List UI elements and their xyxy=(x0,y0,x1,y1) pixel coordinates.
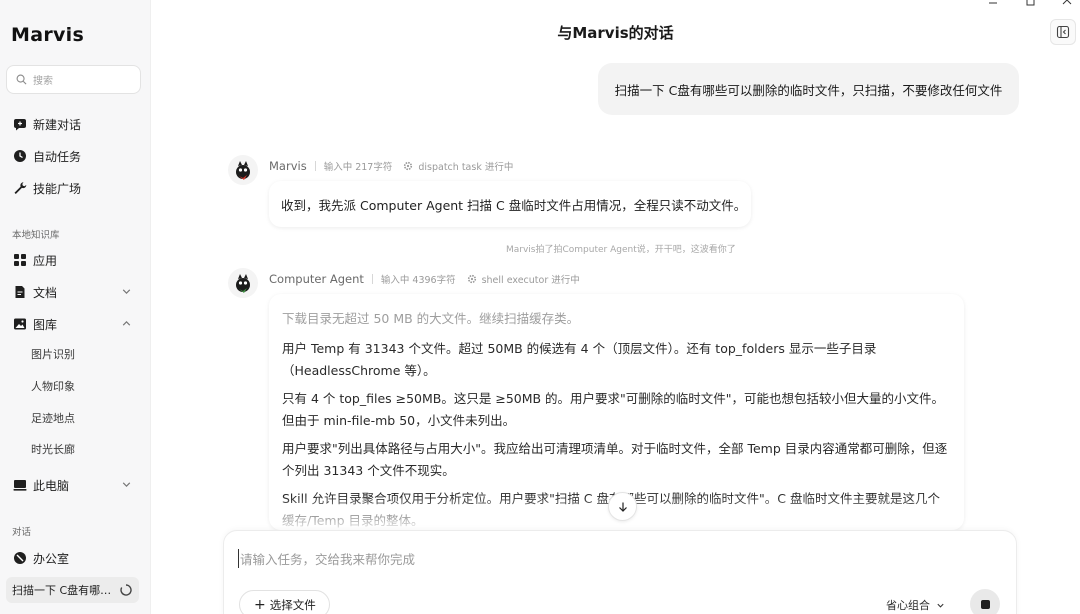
mode-select-value: 省心组合 xyxy=(886,599,930,612)
select-file-button[interactable]: + 选择文件 xyxy=(239,590,330,614)
sidebar-item-label: 技能广场 xyxy=(33,181,82,196)
select-file-label: 选择文件 xyxy=(269,597,316,612)
marvis-avatar-icon xyxy=(236,161,250,180)
agent-message-bubble: 收到，我先派 Computer Agent 扫描 C 盘临时文件占用情况，全程只… xyxy=(269,181,751,227)
image-icon xyxy=(12,316,28,332)
minimize-icon[interactable] xyxy=(986,0,1000,12)
new-chat-icon xyxy=(12,116,28,132)
office-icon xyxy=(12,550,28,566)
sidebar-item-this-pc[interactable]: 此电脑 xyxy=(12,474,140,496)
system-notice: Marvis拍了拍Computer Agent说，开干吧，这波看你了 xyxy=(506,245,736,255)
composer: 请输入任务，交给我来帮你完成 + 选择文件 省心组合 xyxy=(223,530,1017,614)
sidebar: Marvis 搜索 新建对话 自动任务 技能广场 本地知识库 应用 文档 图库 … xyxy=(0,0,151,614)
brand-logo: Marvis xyxy=(11,24,85,46)
sidebar-item-auto-task[interactable]: 自动任务 xyxy=(12,145,140,167)
task-status: shell executor 进行中 xyxy=(481,275,580,286)
avatar xyxy=(228,268,258,298)
stop-button[interactable] xyxy=(970,589,1000,614)
message-meta: Marvis 输入中 217字符 dispatch task 进行中 xyxy=(269,159,513,173)
section-label-conversations: 对话 xyxy=(12,527,32,538)
gear-icon xyxy=(404,161,413,171)
message-paragraph: 用户 Temp 有 31343 个文件。超过 50MB 的候选有 4 个（顶层文… xyxy=(282,341,877,378)
gallery-sub-item[interactable]: 时光长廊 xyxy=(31,441,75,459)
sidebar-item-documents[interactable]: 文档 xyxy=(12,281,140,303)
sidebar-item-label: 图库 xyxy=(33,317,58,332)
chevron-down-icon[interactable] xyxy=(121,479,132,490)
sender-name: Marvis xyxy=(269,159,307,173)
typing-status: 输入中 4396字符 xyxy=(380,275,456,286)
plus-icon: + xyxy=(254,596,266,613)
search-placeholder: 搜索 xyxy=(33,76,53,87)
sender-name: Computer Agent xyxy=(269,272,364,286)
document-icon xyxy=(12,284,28,300)
message-paragraph: 只有 4 个 top_files ≥50MB。这只是 ≥50MB 的。用户要求"… xyxy=(282,391,945,428)
search-input[interactable]: 搜索 xyxy=(6,65,141,94)
mode-select[interactable]: 省心组合 xyxy=(886,597,945,613)
scroll-to-bottom-button[interactable] xyxy=(608,492,637,521)
stop-icon xyxy=(980,599,990,609)
sidebar-item-apps[interactable]: 应用 xyxy=(12,249,140,271)
clock-icon xyxy=(12,148,28,164)
section-label-knowledge: 本地知识库 xyxy=(12,230,60,241)
gallery-sub-item[interactable]: 足迹地点 xyxy=(31,410,75,428)
typing-status: 输入中 217字符 xyxy=(323,162,393,173)
search-icon xyxy=(16,74,27,85)
chevron-up-icon[interactable] xyxy=(121,318,132,329)
sidebar-item-label: 应用 xyxy=(33,253,58,268)
arrow-down-icon xyxy=(618,502,627,512)
page-title: 与Marvis的对话 xyxy=(557,24,674,42)
conversation-title: 扫描一下 C盘有哪… xyxy=(12,584,112,597)
conversation-item-active[interactable]: 扫描一下 C盘有哪… xyxy=(6,577,139,603)
divider xyxy=(371,274,373,284)
apps-grid-icon xyxy=(12,252,28,268)
gallery-sub-item[interactable]: 人物印象 xyxy=(31,378,75,396)
gallery-sub-item[interactable]: 图片识别 xyxy=(31,346,75,364)
computer-agent-avatar-icon xyxy=(236,274,250,293)
sidebar-item-label: 办公室 xyxy=(33,551,70,566)
wrench-icon xyxy=(12,180,28,196)
sidebar-item-office[interactable]: 办公室 xyxy=(12,547,140,569)
user-message-bubble: 扫描一下 C盘有哪些可以删除的临时文件，只扫描，不要修改任何文件 xyxy=(598,63,1019,115)
task-input[interactable]: 请输入任务，交给我来帮你完成 xyxy=(238,549,415,568)
message-paragraph: 下载目录无超过 50 MB 的大文件。继续扫描缓存类。 xyxy=(282,311,580,326)
close-icon[interactable] xyxy=(1060,0,1074,12)
loading-spinner-icon xyxy=(120,584,132,596)
sidebar-item-label: 新建对话 xyxy=(33,117,82,132)
message-paragraph: 用户要求"列出具体路径与占用大小"。我应给出可清理项清单。对于临时文件，全部 T… xyxy=(282,441,948,478)
task-status: dispatch task 进行中 xyxy=(418,162,514,173)
sidebar-item-label: 文档 xyxy=(33,285,58,300)
divider xyxy=(314,161,316,171)
sidebar-item-label: 此电脑 xyxy=(33,478,70,493)
maximize-icon[interactable] xyxy=(1023,0,1037,12)
message-meta: Computer Agent 输入中 4396字符 shell executor… xyxy=(269,272,580,286)
chevron-down-icon xyxy=(937,603,944,608)
chevron-down-icon[interactable] xyxy=(121,286,132,297)
avatar xyxy=(228,155,258,185)
sidebar-item-skills[interactable]: 技能广场 xyxy=(12,177,140,199)
computer-icon xyxy=(12,477,28,493)
sidebar-item-gallery[interactable]: 图库 xyxy=(12,313,140,335)
gear-icon xyxy=(467,274,476,284)
sidebar-item-new-chat[interactable]: 新建对话 xyxy=(12,113,140,135)
sidebar-item-label: 自动任务 xyxy=(33,149,82,164)
